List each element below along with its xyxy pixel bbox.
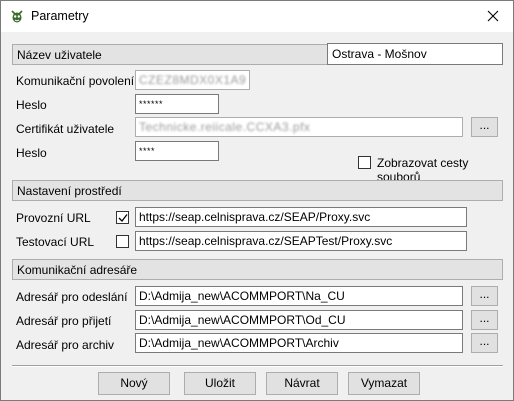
heslo2-label: Heslo <box>16 146 47 160</box>
title-bar: Parametry <box>1 1 513 32</box>
odeslani-browse-button[interactable]: ... <box>471 286 498 306</box>
heslo1-field[interactable]: ****** <box>135 94 219 114</box>
odeslani-path-field[interactable]: D:\Admija_new\ACOMMPORT\Na_CU <box>135 286 463 306</box>
prijeti-browse-button[interactable]: ... <box>471 310 498 330</box>
back-button[interactable]: Návrat <box>266 372 338 395</box>
close-icon <box>487 10 499 22</box>
provozni-url-checkbox[interactable] <box>116 211 129 224</box>
provozni-url-field[interactable]: https://seap.celnisprava.cz/SEAP/Proxy.s… <box>135 207 467 227</box>
testovaci-url-checkbox[interactable] <box>116 235 129 248</box>
certifikat-browse-button[interactable]: ... <box>471 117 498 137</box>
dialog-content: Název uživatele Ostrava - Mošnov Komunik… <box>1 32 513 400</box>
show-paths-checkbox[interactable] <box>358 156 371 169</box>
komunikacni-povoleni-field[interactable]: CZEZ8MDX0X1A9 <box>135 70 250 90</box>
user-name-field[interactable]: Ostrava - Mošnov <box>327 43 503 65</box>
section-environment-header: Nastavení prostředí <box>17 184 122 198</box>
testovaci-url-field[interactable]: https://seap.celnisprava.cz/SEAPTest/Pro… <box>135 231 467 251</box>
clear-button[interactable]: Vymazat <box>348 372 420 395</box>
save-button[interactable]: Uložit <box>184 372 256 395</box>
provozni-url-label: Provozní URL <box>16 211 91 225</box>
section-user-header: Název uživatele <box>17 48 102 62</box>
certifikat-field[interactable]: Technicke.reiicale.CCXA3.pfx <box>135 117 463 137</box>
close-button[interactable] <box>473 1 513 32</box>
testovaci-url-label: Testovací URL <box>16 235 95 249</box>
prijeti-label: Adresář pro přijetí <box>16 314 112 328</box>
new-button[interactable]: Nový <box>98 372 170 395</box>
app-icon <box>9 8 25 24</box>
archiv-path-field[interactable]: D:\Admija_new\ACOMMPORT\Archiv <box>135 333 463 353</box>
certifikat-label: Certifikát uživatele <box>16 122 115 136</box>
archiv-label: Adresář pro archiv <box>16 338 115 352</box>
komunikacni-povoleni-label: Komunikační povolení <box>16 74 135 88</box>
section-directories: Komunikační adresáře <box>12 259 503 280</box>
prijeti-path-field[interactable]: D:\Admija_new\ACOMMPORT\Od_CU <box>135 310 463 330</box>
odeslani-label: Adresář pro odeslání <box>16 290 128 304</box>
checkmark-icon <box>118 214 128 222</box>
archiv-browse-button[interactable]: ... <box>471 333 498 353</box>
section-environment: Nastavení prostředí <box>12 180 503 201</box>
heslo2-field[interactable]: **** <box>135 141 219 161</box>
parametry-dialog: Parametry Název uživatele Ostrava - Mošn… <box>0 0 514 401</box>
section-directories-header: Komunikační adresáře <box>17 263 138 277</box>
window-title: Parametry <box>31 9 89 23</box>
divider <box>12 365 503 367</box>
heslo1-label: Heslo <box>16 98 47 112</box>
